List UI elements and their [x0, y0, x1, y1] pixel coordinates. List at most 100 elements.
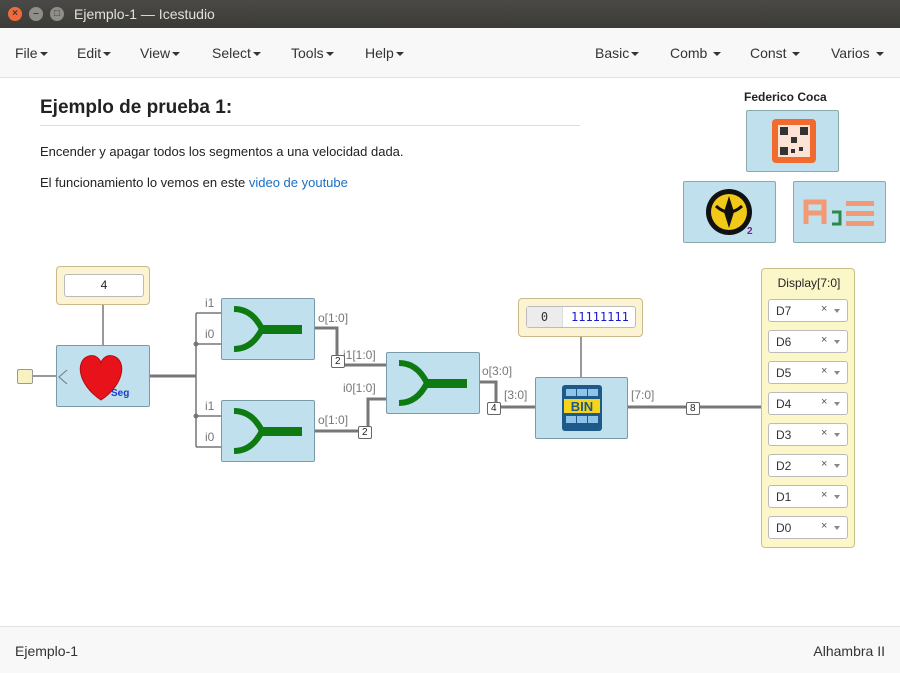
heartbeat-block[interactable]: Seg	[56, 345, 150, 407]
board-name[interactable]: Alhambra II	[813, 643, 885, 659]
menu-basic[interactable]: Basic	[595, 45, 640, 61]
pin-select-d0[interactable]: D0 ×	[768, 516, 848, 539]
chevron-down-icon[interactable]	[834, 340, 840, 344]
menu-basic-label: Basic	[595, 45, 630, 61]
bin-icon-label: BIN	[571, 399, 593, 414]
clear-icon[interactable]: ×	[821, 334, 827, 346]
join2-in-lo-label: i0	[205, 430, 215, 444]
join-block-1[interactable]	[221, 298, 315, 360]
join1-in-hi-label: i1	[205, 296, 215, 310]
constant-block[interactable]: 4	[56, 266, 150, 305]
input-pin[interactable]	[17, 369, 33, 384]
clear-icon[interactable]: ×	[821, 489, 827, 501]
pin-select-d6[interactable]: D6 ×	[768, 330, 848, 353]
pin-select-d1[interactable]: D1 ×	[768, 485, 848, 508]
chevron-down-icon	[39, 52, 48, 57]
join3-out-label: o[3:0]	[482, 364, 513, 378]
join1-in-lo-label: i0	[205, 327, 215, 341]
chevron-down-icon[interactable]	[834, 371, 840, 375]
menu-select[interactable]: Select	[212, 45, 261, 61]
chevron-down-icon[interactable]	[834, 495, 840, 499]
bus-width-badge: 2	[358, 426, 372, 439]
bin-block[interactable]: BIN	[535, 377, 628, 439]
bin-in-label: [3:0]	[504, 388, 528, 402]
menu-comb[interactable]: Comb	[670, 45, 722, 61]
menu-file[interactable]: File	[15, 45, 48, 61]
chevron-down-icon	[631, 52, 640, 57]
pin-label: D5	[776, 366, 792, 380]
design-canvas[interactable]: Ejemplo de prueba 1: Encender y apagar t…	[0, 79, 900, 626]
pin-select-d5[interactable]: D5 ×	[768, 361, 848, 384]
menu-tools[interactable]: Tools	[291, 45, 334, 61]
pin-select-d2[interactable]: D2 ×	[768, 454, 848, 477]
bin-param-value: 11111111	[571, 310, 629, 324]
pin-select-d7[interactable]: D7 ×	[768, 299, 848, 322]
join3-in-lo-label: i0[1:0]	[343, 381, 376, 395]
join3-in-hi-label: i1[1:0]	[343, 348, 376, 362]
join-icon	[233, 408, 302, 454]
status-bar: Ejemplo-1 Alhambra II	[0, 626, 900, 673]
chevron-down-icon	[172, 52, 181, 57]
pin-label: D1	[776, 490, 792, 504]
pin-select-d4[interactable]: D4 ×	[768, 392, 848, 415]
maximize-icon[interactable]: □	[50, 7, 64, 21]
chevron-down-icon[interactable]	[834, 402, 840, 406]
heart-icon: Seg	[58, 355, 129, 401]
menu-view[interactable]: View	[140, 45, 181, 61]
menu-const-label: Const	[750, 45, 787, 61]
join2-in-hi-label: i1	[205, 399, 215, 413]
chevron-down-icon	[252, 52, 261, 57]
join-block-2[interactable]	[221, 400, 315, 462]
bin-out-label: [7:0]	[631, 388, 655, 402]
chevron-down-icon[interactable]	[834, 526, 840, 530]
chevron-down-icon	[103, 52, 112, 57]
display-title: Display[7:0]	[777, 276, 841, 290]
join1-out-label: o[1:0]	[318, 311, 349, 325]
chevron-down-icon	[325, 52, 334, 57]
bus-width-badge: 4	[487, 402, 501, 415]
pin-label: D2	[776, 459, 792, 473]
chevron-down-icon	[792, 52, 801, 57]
menu-tools-label: Tools	[291, 45, 324, 61]
menu-view-label: View	[140, 45, 171, 61]
minimize-icon[interactable]: –	[29, 7, 43, 21]
menu-varios[interactable]: Varios	[831, 45, 884, 61]
pin-label: D7	[776, 304, 792, 318]
clear-icon[interactable]: ×	[821, 303, 827, 315]
chevron-down-icon[interactable]	[834, 309, 840, 313]
pin-label: D3	[776, 428, 792, 442]
join-icon	[398, 360, 467, 406]
menu-varios-label: Varios	[831, 45, 870, 61]
menu-edit[interactable]: Edit	[77, 45, 112, 61]
close-icon[interactable]: ×	[8, 7, 22, 21]
project-name: Ejemplo-1	[15, 643, 79, 659]
clear-icon[interactable]: ×	[821, 458, 827, 470]
constant-value-input[interactable]: 4	[64, 274, 144, 297]
bin-parameter-field[interactable]: 0 11111111	[526, 306, 636, 328]
chevron-down-icon	[395, 52, 404, 57]
menu-edit-label: Edit	[77, 45, 102, 61]
window-titlebar: × – □ Ejemplo-1 — Icestudio	[0, 0, 900, 28]
clear-icon[interactable]: ×	[821, 520, 827, 532]
display-output-block[interactable]: Display[7:0] D7 × D6 × D5 × D4 × D3 × D2 × D1 ×…	[761, 268, 855, 548]
menu-help[interactable]: Help	[365, 45, 404, 61]
bin-parameter-block[interactable]: 0 11111111	[518, 298, 643, 337]
menu-const[interactable]: Const	[750, 45, 801, 61]
pin-select-d3[interactable]: D3 ×	[768, 423, 848, 446]
clear-icon[interactable]: ×	[821, 427, 827, 439]
bin-param-index: 0	[527, 307, 563, 327]
pin-label: D0	[776, 521, 792, 535]
bus-width-badge: 2	[331, 355, 345, 368]
window-title: Ejemplo-1 — Icestudio	[74, 6, 215, 22]
bin-icon: BIN	[562, 385, 602, 431]
clear-icon[interactable]: ×	[821, 396, 827, 408]
chevron-down-icon	[875, 52, 884, 57]
join-block-3[interactable]	[386, 352, 480, 414]
menu-file-label: File	[15, 45, 38, 61]
clear-icon[interactable]: ×	[821, 365, 827, 377]
menu-select-label: Select	[212, 45, 251, 61]
bus-width-badge: 8	[686, 402, 700, 415]
chevron-down-icon[interactable]	[834, 433, 840, 437]
menubar: File Edit View Select Tools Help Basic C…	[0, 28, 900, 78]
chevron-down-icon[interactable]	[834, 464, 840, 468]
